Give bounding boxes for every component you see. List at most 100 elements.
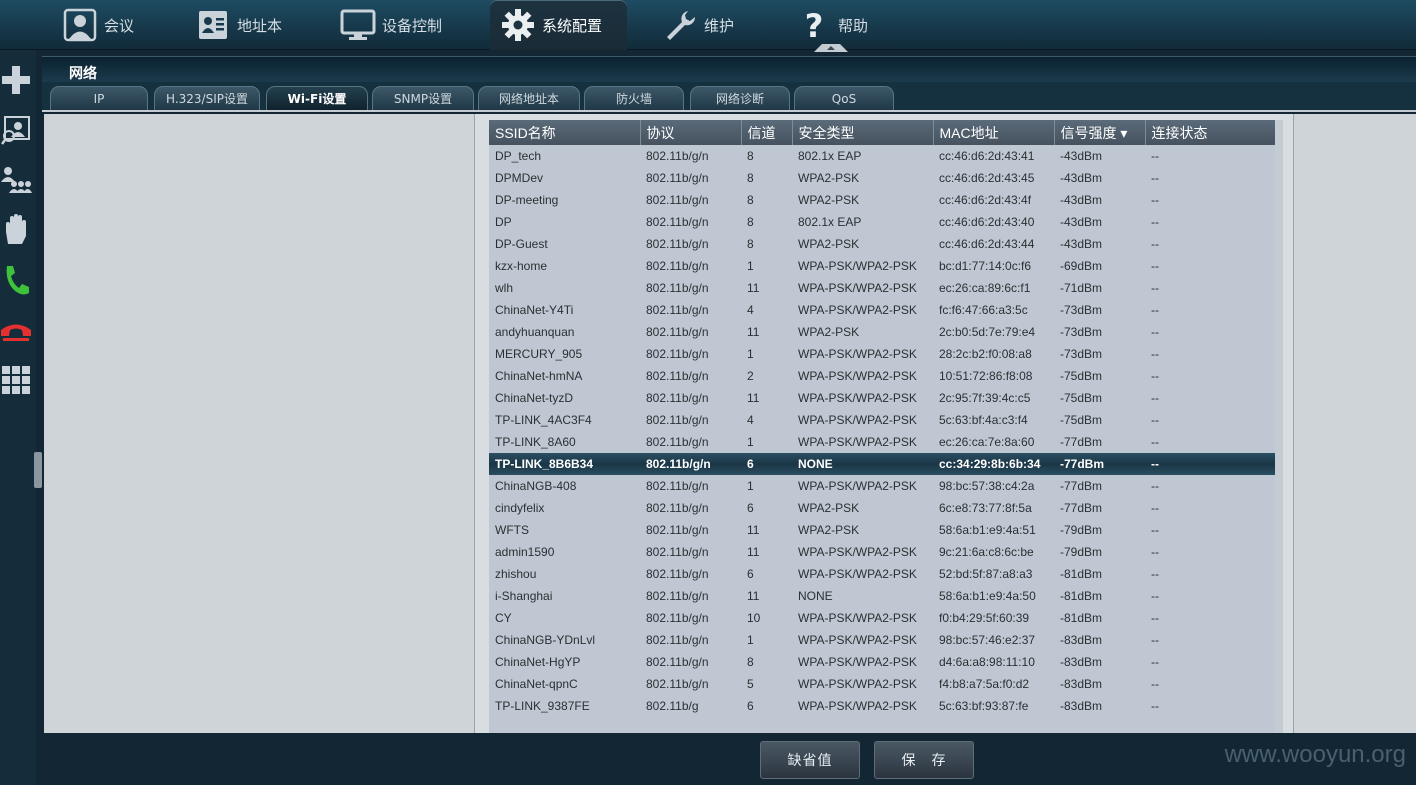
ssid-cell: DPMDev [495, 171, 544, 185]
table-row[interactable]: cindyfelix 802.11b/g/n 6 WPA2-PSK 6c:e8:73:7… [489, 497, 1275, 519]
table-row[interactable]: kzx-home 802.11b/g/n 1 WPA-PSK/WPA2-PSK bc:d… [489, 255, 1275, 277]
channel-cell: 1 [747, 435, 754, 449]
mac-cell: 98:bc:57:46:e2:37 [939, 633, 1036, 647]
status-cell: -- [1151, 171, 1159, 185]
protocol-cell: 802.11b/g/n [646, 567, 709, 581]
ssid-cell: TP-LINK_8B6B34 [489, 453, 640, 475]
channel-cell: 6 [747, 501, 754, 515]
column-header-protocol[interactable]: 协议 [640, 120, 742, 145]
table-row[interactable]: DP_tech 802.11b/g/n 8 802.1x EAP cc:46:d6:2d… [489, 145, 1275, 167]
nav-item-device-control[interactable]: 设备控制 [340, 0, 442, 50]
section-header: 网络 [42, 56, 1416, 82]
table-row[interactable]: TP-LINK_4AC3F4 802.11b/g/n 4 WPA-PSK/WPA2-P… [489, 409, 1275, 431]
nav-item-addressbook[interactable]: 地址本 [195, 0, 282, 50]
table-row[interactable]: ChinaNet-tyzD 802.11b/g/n 11 WPA-PSK/WPA2-P… [489, 387, 1275, 409]
hangup-button[interactable] [0, 312, 32, 348]
table-row[interactable]: TP-LINK_8A60 802.11b/g/n 1 WPA-PSK/WPA2-PSK… [489, 431, 1275, 453]
signal-cell: -83dBm [1060, 633, 1103, 647]
main-panel: 网络 IP H.323/SIP设置 Wi-Fi设置 SNMP设置 网络地址本 防… [42, 56, 1416, 785]
table-row[interactable]: WFTS 802.11b/g/n 11 WPA2-PSK 58:6a:b1:e9:4a:… [489, 519, 1275, 541]
tab-network-addressbook[interactable]: 网络地址本 [478, 86, 580, 110]
security-cell: WPA-PSK/WPA2-PSK [798, 413, 917, 427]
tab-firewall[interactable]: 防火墙 [584, 86, 684, 110]
mac-cell: 98:bc:57:38:c4:2a [939, 479, 1035, 493]
security-cell: WPA-PSK/WPA2-PSK [798, 633, 917, 647]
nav-item-system-config[interactable]: 系统配置 [490, 0, 627, 50]
status-cell: -- [1151, 391, 1159, 405]
tab-h323-sip[interactable]: H.323/SIP设置 [154, 86, 260, 110]
gear-icon [500, 7, 536, 43]
raise-hand-button[interactable] [0, 212, 32, 248]
signal-cell: -75dBm [1060, 369, 1103, 383]
table-row[interactable]: ChinaNet-Y4Ti 802.11b/g/n 4 WPA-PSK/WPA2-PS… [489, 299, 1275, 321]
table-row[interactable]: ChinaNGB-YDnLvl 802.11b/g/n 1 WPA-PSK/WPA2-… [489, 629, 1275, 651]
column-header-security[interactable]: 安全类型 [792, 120, 934, 145]
table-row[interactable]: admin1590 802.11b/g/n 11 WPA-PSK/WPA2-PSK 9c… [489, 541, 1275, 563]
status-cell: -- [1151, 677, 1159, 691]
table-row[interactable]: ChinaNet-hmNA 802.11b/g/n 2 WPA-PSK/WPA2-PS… [489, 365, 1275, 387]
section-title: 网络 [69, 66, 97, 82]
security-cell: WPA-PSK/WPA2-PSK [798, 281, 917, 295]
table-row[interactable]: DP-meeting 802.11b/g/n 8 WPA2-PSK cc:46:d6:2… [489, 189, 1275, 211]
table-row[interactable]: CY 802.11b/g/n 10 WPA-PSK/WPA2-PSK f0:b4:29:… [489, 607, 1275, 629]
table-row[interactable]: TP-LINK_9387FE 802.11b/g 6 WPA-PSK/WPA2-PSK… [489, 695, 1275, 717]
security-cell: WPA-PSK/WPA2-PSK [798, 567, 917, 581]
ssid-cell: zhishou [495, 567, 537, 581]
signal-cell: -81dBm [1060, 589, 1103, 603]
tab-wifi[interactable]: Wi-Fi设置 [266, 86, 368, 110]
protocol-cell: 802.11b/g [646, 699, 699, 713]
table-row[interactable]: TP-LINK_8B6B34 802.11b/g/n 6 NONE cc:34:29:8… [489, 453, 1275, 475]
status-cell: -- [1151, 149, 1159, 163]
column-header-ssid[interactable]: SSID名称 [489, 120, 641, 145]
table-row[interactable]: DPMDev 802.11b/g/n 8 WPA2-PSK cc:46:d6:2d:43… [489, 167, 1275, 189]
column-header-signal[interactable]: 信号强度 ▾ [1054, 120, 1146, 145]
add-button[interactable] [0, 62, 32, 98]
table-row[interactable]: i-Shanghai 802.11b/g/n 11 NONE 58:6a:b1:e9:4… [489, 585, 1275, 607]
signal-cell: -77dBm [1054, 453, 1145, 475]
default-button[interactable]: 缺省值 [760, 741, 860, 779]
table-row[interactable]: DP-Guest 802.11b/g/n 8 WPA2-PSK cc:46:d6:2d:… [489, 233, 1275, 255]
search-contact-button[interactable] [0, 112, 32, 148]
group-button[interactable] [0, 162, 32, 198]
column-header-status[interactable]: 连接状态 [1145, 120, 1276, 145]
mac-cell: 58:6a:b1:e9:4a:51 [939, 523, 1036, 537]
protocol-cell: 802.11b/g/n [646, 435, 709, 449]
column-header-mac[interactable]: MAC地址 [933, 120, 1055, 145]
nav-item-maintenance[interactable]: 维护 [662, 0, 734, 50]
table-row[interactable]: ChinaNet-qpnC 802.11b/g/n 5 WPA-PSK/WPA2-PS… [489, 673, 1275, 695]
tab-ip[interactable]: IP [50, 86, 148, 110]
table-row[interactable]: zhishou 802.11b/g/n 6 WPA-PSK/WPA2-PSK 52:bd… [489, 563, 1275, 585]
channel-cell: 11 [747, 589, 760, 603]
security-cell: WPA-PSK/WPA2-PSK [798, 479, 917, 493]
table-row[interactable]: ChinaNGB-408 802.11b/g/n 1 WPA-PSK/WPA2-PSK… [489, 475, 1275, 497]
wifi-panel: SSID名称 协议 信道 安全类型 MAC地址 信号强度 ▾ 连接状态 DP_t… [474, 114, 1294, 773]
security-cell: WPA-PSK/WPA2-PSK [798, 545, 917, 559]
table-row[interactable]: ChinaNet-HgYP 802.11b/g/n 8 WPA-PSK/WPA2-PS… [489, 651, 1275, 673]
protocol-cell: 802.11b/g/n [646, 303, 709, 317]
ssid-cell: ChinaNGB-408 [495, 479, 577, 493]
channel-cell: 2 [747, 369, 754, 383]
table-scrollbar[interactable] [1275, 120, 1283, 773]
table-row[interactable]: MERCURY_905 802.11b/g/n 1 WPA-PSK/WPA2-PSK 2… [489, 343, 1275, 365]
svg-text:?: ? [805, 8, 824, 42]
tab-qos[interactable]: QoS [794, 86, 894, 110]
nav-item-help[interactable]: ? 帮助 [796, 0, 868, 50]
nav-item-conference[interactable]: 会议 [62, 0, 134, 50]
table-row[interactable]: wlh 802.11b/g/n 11 WPA-PSK/WPA2-PSK ec:26:ca… [489, 277, 1275, 299]
hangup-icon [1, 324, 31, 341]
security-cell: NONE [792, 453, 933, 475]
tab-snmp[interactable]: SNMP设置 [372, 86, 474, 110]
mac-cell: 9c:21:6a:c8:6c:be [939, 545, 1034, 559]
save-button[interactable]: 保 存 [874, 741, 974, 779]
table-row[interactable]: DP 802.11b/g/n 8 802.1x EAP cc:46:d6:2d:43:4… [489, 211, 1275, 233]
ssid-cell: andyhuanquan [495, 325, 575, 339]
status-cell: -- [1151, 545, 1159, 559]
sidebar-collapse-handle[interactable] [34, 452, 42, 488]
column-header-channel[interactable]: 信道 [741, 120, 793, 145]
nav-label: 帮助 [838, 16, 869, 35]
status-cell: -- [1151, 589, 1159, 603]
call-button[interactable] [0, 262, 32, 298]
tab-network-diagnostics[interactable]: 网络诊断 [690, 86, 790, 110]
keypad-button[interactable] [0, 362, 32, 398]
table-row[interactable]: andyhuanquan 802.11b/g/n 11 WPA2-PSK 2c:b0:5… [489, 321, 1275, 343]
